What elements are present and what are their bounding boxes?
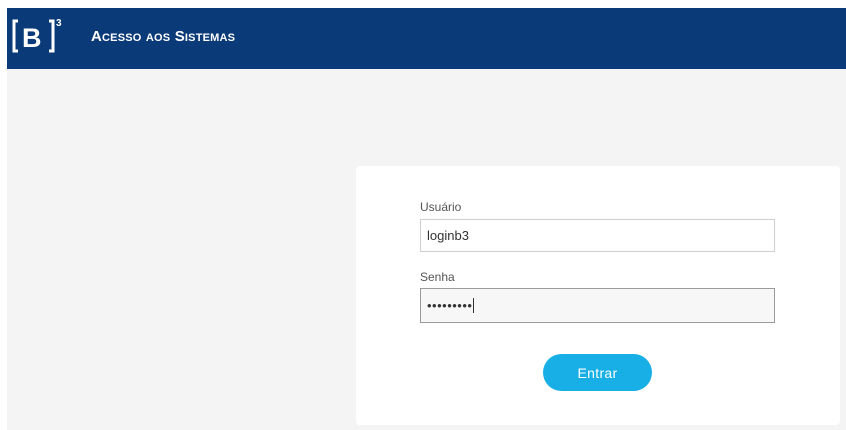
b3-logo: B 3 — [12, 15, 62, 55]
enter-button[interactable]: Entrar — [543, 354, 652, 391]
password-input[interactable]: ••••••••• — [420, 288, 775, 323]
password-mask: ••••••••• — [427, 298, 473, 313]
b3-logo-mark: B 3 — [12, 18, 62, 53]
logo-letter: B — [22, 23, 42, 53]
page-frame: B 3 Acesso aos Sistemas Usuário loginb3 … — [7, 8, 846, 430]
app-title: Acesso aos Sistemas — [91, 28, 236, 45]
login-card: Usuário loginb3 Senha ••••••••• Entrar — [356, 166, 840, 425]
username-input[interactable]: loginb3 — [420, 219, 775, 252]
username-label: Usuário — [420, 200, 462, 214]
top-header-bar: B 3 Acesso aos Sistemas — [7, 8, 846, 69]
logo-superscript: 3 — [56, 18, 62, 29]
text-cursor — [473, 298, 475, 313]
password-label: Senha — [420, 270, 455, 284]
